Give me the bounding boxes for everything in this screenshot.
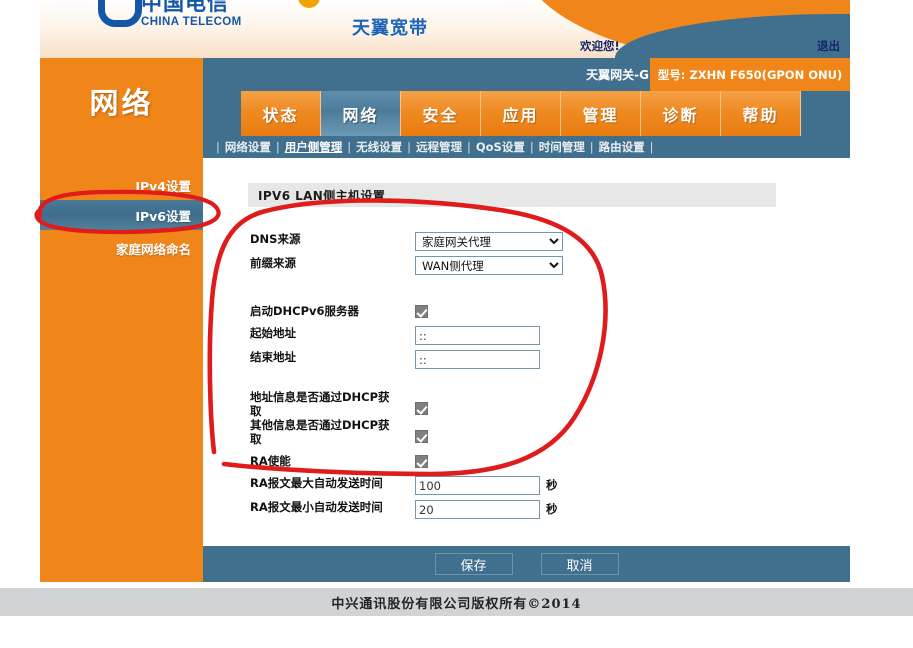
sub-navigation: | 网络设置 | 用户侧管理 | 无线设置 | 远程管理 | QoS设置 | 时… [203,136,850,158]
china-telecom-mark-icon [98,0,132,28]
ra-min-interval-input[interactable] [415,500,540,519]
tab-help[interactable]: 帮助 [721,91,801,136]
content-area: IPV6 LAN侧主机设置 DNS来源 家庭网关代理 前缀来源 WAN侧代理 启… [240,158,850,546]
field-row-dns-source: DNS来源 家庭网关代理 [250,232,750,251]
tab-diagnostics[interactable]: 诊断 [641,91,721,136]
save-button[interactable]: 保存 [435,553,513,575]
address-via-dhcp-checkbox[interactable] [415,402,428,415]
left-panel: 网络 IPv4设置 IPv6设置 家庭网络命名 [40,58,203,582]
logout-link[interactable]: 退出 [817,38,840,54]
field-label: 结束地址 [250,350,415,364]
tab-label: 状态 [262,102,298,126]
tab-network[interactable]: 网络 [321,91,401,136]
tab-label: 诊断 [662,102,698,126]
field-label: 前缀来源 [250,256,415,270]
main-tabs: 状态 网络 安全 应用 管理 诊断 帮助 [203,91,850,136]
field-row-ra-max-interval: RA报文最大自动发送时间 秒 [250,476,750,495]
field-label: 起始地址 [250,326,415,340]
router-admin-page: 中国电信 CHINA TELECOM 天翼宽带 欢迎您! 退出 网络 IPv4设… [40,0,850,582]
subnav-item-lan-management[interactable]: 用户侧管理 [285,139,343,155]
field-label: 地址信息是否通过DHCP获取 [250,390,398,418]
sidebar-item-label: IPv6设置 [135,206,191,225]
field-label: RA报文最大自动发送时间 [250,476,415,490]
field-row-dhcpv6-enable: 启动DHCPv6服务器 [250,304,750,318]
subnav-separator: | [530,140,534,154]
copyright-text: 中兴通讯股份有限公司版权所有©2014 [331,593,581,612]
sidebar-item-label: 家庭网络命名 [116,239,191,258]
field-label: RA使能 [250,454,398,468]
tab-label: 应用 [502,102,538,126]
subnav-item-time-management[interactable]: 时间管理 [539,139,585,155]
field-label: DNS来源 [250,232,415,246]
field-label: 启动DHCPv6服务器 [250,304,415,318]
field-row-ra-min-interval: RA报文最小自动发送时间 秒 [250,500,750,519]
ra-enable-checkbox[interactable] [415,455,428,468]
tab-management[interactable]: 管理 [561,91,641,136]
field-row-prefix-source: 前缀来源 WAN侧代理 [250,256,750,275]
subnav-item-remote-management[interactable]: 远程管理 [416,139,462,155]
page-title: 网络 [40,80,203,122]
tab-label: 安全 [422,102,458,126]
brand-logo-en: CHINA TELECOM [141,17,242,29]
welcome-text: 欢迎您! [580,38,620,54]
cancel-button[interactable]: 取消 [541,553,619,575]
model-badge: 型号: ZXHN F650(GPON ONU) [650,58,850,91]
dns-source-select[interactable]: 家庭网关代理 [415,232,563,251]
subnav-separator: | [407,140,411,154]
brand-logo-text: 中国电信 CHINA TELECOM [141,0,242,28]
prefix-source-select[interactable]: WAN侧代理 [415,256,563,275]
sidebar-item-ipv6[interactable]: IPv6设置 [40,200,203,230]
subnav-separator: | [276,140,280,154]
device-info-bar: 天翼网关-GPON 型号: ZXHN F650(GPON ONU) [203,58,850,91]
tab-application[interactable]: 应用 [481,91,561,136]
field-unit: 秒 [546,476,558,495]
tab-label: 帮助 [742,102,778,126]
subnav-separator: | [216,140,220,154]
other-via-dhcp-checkbox[interactable] [415,430,428,443]
sidebar-item-label: IPv4设置 [135,176,191,195]
footer: 中兴通讯股份有限公司版权所有©2014 [0,588,913,616]
field-row-start-address: 起始地址 [250,326,750,345]
subnav-separator: | [590,140,594,154]
subnav-item-network-settings[interactable]: 网络设置 [225,139,271,155]
subnav-item-wireless-settings[interactable]: 无线设置 [356,139,402,155]
brand-logo-cn: 中国电信 [141,0,242,14]
end-address-input[interactable] [415,350,540,369]
form-action-bar: 保存 取消 [203,546,850,582]
field-row-address-via-dhcp: 地址信息是否通过DHCP获取 [250,390,750,418]
field-label: RA报文最小自动发送时间 [250,500,415,514]
dhcpv6-enable-checkbox[interactable] [415,305,428,318]
brand-dot-icon [298,0,320,8]
field-row-other-via-dhcp: 其他信息是否通过DHCP获取 [250,418,750,446]
field-unit: 秒 [546,500,558,519]
sub-brand-text: 天翼宽带 [352,14,428,40]
subnav-separator: | [467,140,471,154]
sidebar-item-ipv4[interactable]: IPv4设置 [40,170,203,200]
tab-label: 管理 [582,102,618,126]
subnav-item-qos-settings[interactable]: QoS设置 [476,139,525,155]
start-address-input[interactable] [415,326,540,345]
brand-logo: 中国电信 CHINA TELECOM [98,0,242,28]
field-row-ra-enable: RA使能 [250,454,750,468]
ra-max-interval-input[interactable] [415,476,540,495]
subnav-separator: | [347,140,351,154]
tab-status[interactable]: 状态 [241,91,321,136]
sidebar-item-home-network-name[interactable]: 家庭网络命名 [40,233,203,263]
subnav-item-route-settings[interactable]: 路由设置 [599,139,645,155]
field-row-end-address: 结束地址 [250,350,750,369]
section-header: IPV6 LAN侧主机设置 [248,183,776,207]
subnav-separator: | [650,140,654,154]
welcome-row: 欢迎您! 退出 [580,38,840,54]
tab-security[interactable]: 安全 [401,91,481,136]
tab-label: 网络 [342,102,378,126]
masthead: 中国电信 CHINA TELECOM 天翼宽带 欢迎您! 退出 [40,0,850,58]
field-label: 其他信息是否通过DHCP获取 [250,418,398,446]
